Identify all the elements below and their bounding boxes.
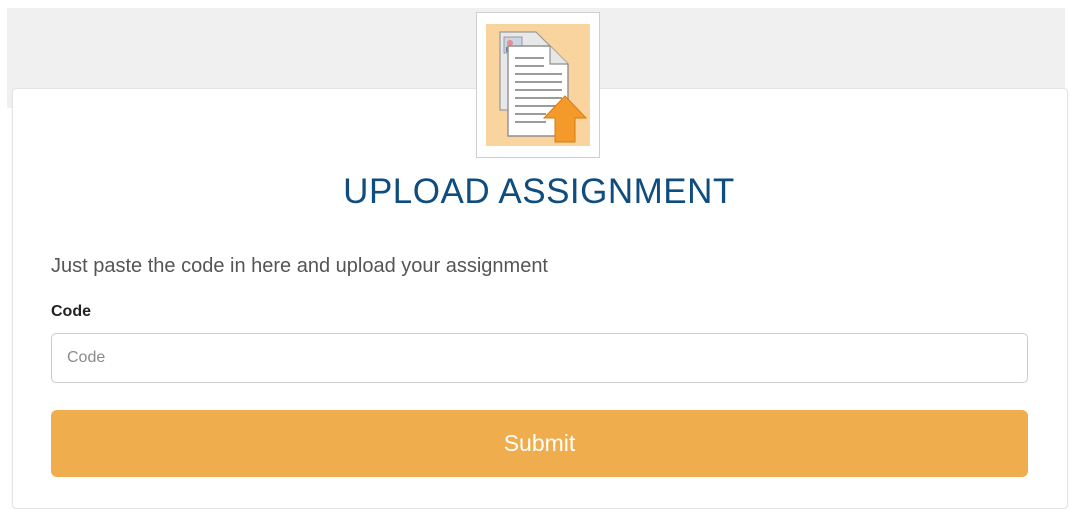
code-input[interactable] (51, 333, 1028, 383)
code-label: Code (51, 303, 91, 320)
submit-button[interactable]: Submit (51, 410, 1028, 477)
upload-document-icon (486, 24, 590, 146)
upload-logo (476, 12, 600, 158)
intro-text: Just paste the code in here and upload y… (51, 255, 548, 277)
page-title: UPLOAD ASSIGNMENT (343, 172, 735, 211)
